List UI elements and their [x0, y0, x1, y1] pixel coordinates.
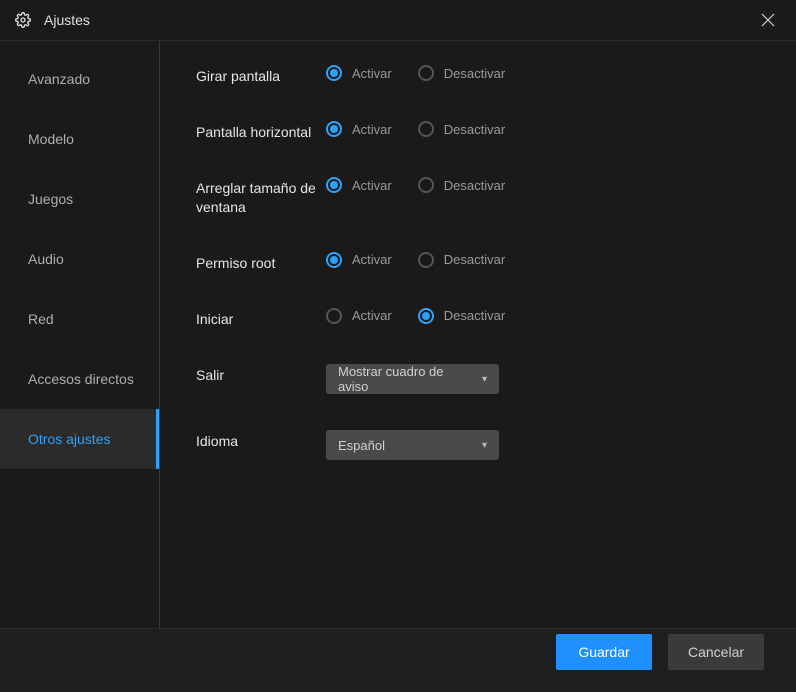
radio-root-activate[interactable]: Activar: [326, 252, 392, 268]
sidebar-item-label: Accesos directos: [28, 371, 134, 387]
radio-disc-icon: [418, 308, 434, 324]
main-panel: Girar pantalla Activar Desactivar Pantal…: [160, 41, 796, 628]
select-value: Español: [338, 438, 385, 453]
radio-disc-icon: [418, 121, 434, 137]
radio-label: Desactivar: [444, 308, 505, 323]
radio-root-deactivate[interactable]: Desactivar: [418, 252, 505, 268]
radio-label: Desactivar: [444, 252, 505, 267]
row-exit: Salir Mostrar cuadro de aviso ▾: [196, 364, 796, 394]
cancel-button[interactable]: Cancelar: [668, 634, 764, 670]
save-button[interactable]: Guardar: [556, 634, 652, 670]
sidebar-item-red[interactable]: Red: [0, 289, 159, 349]
label-fix-window-size: Arreglar tamaño de ventana: [196, 177, 326, 215]
button-label: Guardar: [578, 644, 629, 660]
label-horizontal-screen: Pantalla horizontal: [196, 121, 326, 141]
select-language[interactable]: Español ▾: [326, 430, 499, 460]
sidebar-item-label: Otros ajustes: [28, 431, 110, 447]
footer: Guardar Cancelar: [0, 628, 796, 692]
row-fix-window-size: Arreglar tamaño de ventana Activar Desac…: [196, 177, 796, 215]
label-language: Idioma: [196, 430, 326, 450]
sidebar-item-label: Audio: [28, 251, 64, 267]
radio-disc-icon: [326, 308, 342, 324]
select-value: Mostrar cuadro de aviso: [338, 364, 472, 394]
sidebar-item-juegos[interactable]: Juegos: [0, 169, 159, 229]
radio-fixwin-activate[interactable]: Activar: [326, 177, 392, 193]
chevron-down-icon: ▾: [482, 374, 487, 385]
radio-label: Desactivar: [444, 122, 505, 137]
radio-disc-icon: [326, 252, 342, 268]
sidebar-item-label: Avanzado: [28, 71, 90, 87]
radio-label: Desactivar: [444, 66, 505, 81]
row-start: Iniciar Activar Desactivar: [196, 308, 796, 328]
radio-label: Activar: [352, 308, 392, 323]
sidebar-item-accesos-directos[interactable]: Accesos directos: [0, 349, 159, 409]
radio-label: Activar: [352, 178, 392, 193]
sidebar: Avanzado Modelo Juegos Audio Red Accesos…: [0, 41, 160, 628]
radio-label: Activar: [352, 122, 392, 137]
sidebar-item-label: Juegos: [28, 191, 73, 207]
row-root-permission: Permiso root Activar Desactivar: [196, 252, 796, 272]
window-title: Ajustes: [44, 12, 90, 28]
label-root-permission: Permiso root: [196, 252, 326, 272]
radio-disc-icon: [326, 177, 342, 193]
radio-disc-icon: [326, 65, 342, 81]
close-icon: [761, 13, 775, 27]
sidebar-item-modelo[interactable]: Modelo: [0, 109, 159, 169]
label-rotate-screen: Girar pantalla: [196, 65, 326, 85]
radio-disc-icon: [418, 252, 434, 268]
radio-horizontal-deactivate[interactable]: Desactivar: [418, 121, 505, 137]
titlebar: Ajustes: [0, 0, 796, 40]
radio-fixwin-deactivate[interactable]: Desactivar: [418, 177, 505, 193]
sidebar-item-label: Modelo: [28, 131, 74, 147]
sidebar-item-audio[interactable]: Audio: [0, 229, 159, 289]
label-start: Iniciar: [196, 308, 326, 328]
sidebar-item-label: Red: [28, 311, 54, 327]
radio-rotate-activate[interactable]: Activar: [326, 65, 392, 81]
label-exit: Salir: [196, 364, 326, 384]
sidebar-item-otros-ajustes[interactable]: Otros ajustes: [0, 409, 159, 469]
radio-label: Activar: [352, 66, 392, 81]
radio-label: Desactivar: [444, 178, 505, 193]
radio-disc-icon: [418, 65, 434, 81]
select-exit[interactable]: Mostrar cuadro de aviso ▾: [326, 364, 499, 394]
radio-start-activate[interactable]: Activar: [326, 308, 392, 324]
sidebar-item-avanzado[interactable]: Avanzado: [0, 49, 159, 109]
close-button[interactable]: [754, 6, 782, 34]
button-label: Cancelar: [688, 644, 744, 660]
gear-icon: [14, 11, 32, 29]
row-rotate-screen: Girar pantalla Activar Desactivar: [196, 65, 796, 85]
row-language: Idioma Español ▾: [196, 430, 796, 460]
radio-disc-icon: [326, 121, 342, 137]
row-horizontal-screen: Pantalla horizontal Activar Desactivar: [196, 121, 796, 141]
radio-horizontal-activate[interactable]: Activar: [326, 121, 392, 137]
radio-label: Activar: [352, 252, 392, 267]
radio-rotate-deactivate[interactable]: Desactivar: [418, 65, 505, 81]
radio-start-deactivate[interactable]: Desactivar: [418, 308, 505, 324]
radio-disc-icon: [418, 177, 434, 193]
chevron-down-icon: ▾: [482, 440, 487, 451]
